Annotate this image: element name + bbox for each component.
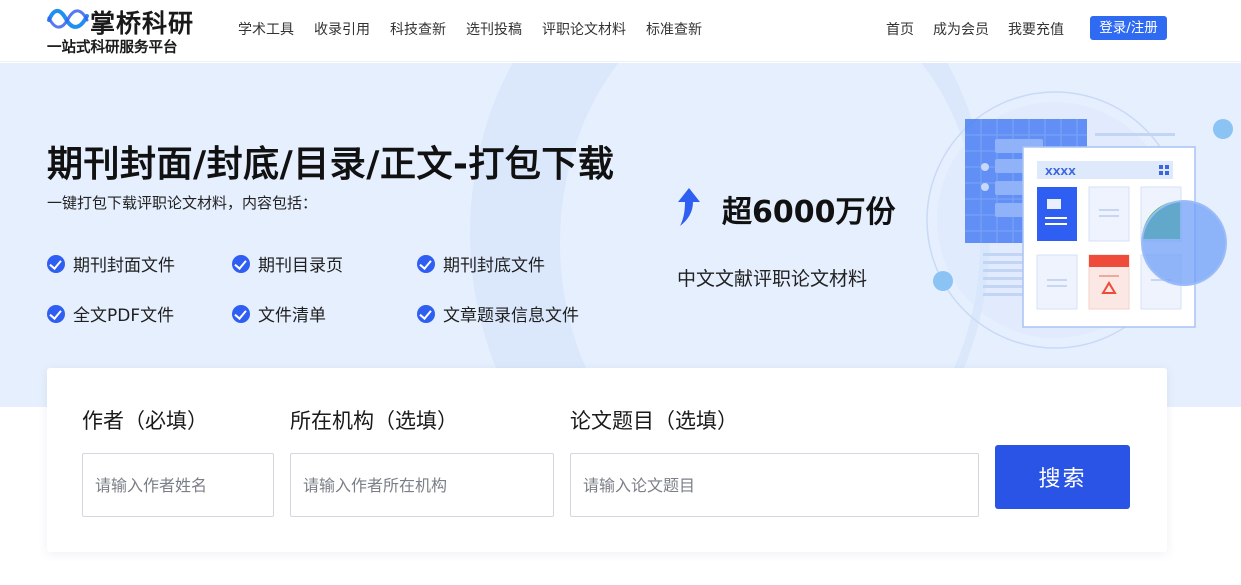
hero-banner: 期刊封面/封底/目录/正文-打包下载 一键打包下载评职论文材料，内容包括： 期刊… [0,63,1241,407]
logo[interactable]: 掌桥科研 一站式科研服务平台 [46,4,206,58]
banner-subtitle: 一键打包下载评职论文材料，内容包括： [47,194,318,212]
logo-slogan: 一站式科研服务平台 [47,40,178,56]
feature-label: 期刊封面文件 [73,256,175,276]
check-icon [417,254,435,273]
illustration-label: XXXX [1045,167,1076,178]
documents-illustration: XXXX [926,91,1233,349]
author-label: 作者（必填） [82,409,208,433]
feature-item: 文件清单 [232,301,326,326]
check-icon [47,304,65,323]
paper-title-input[interactable] [570,453,979,517]
user-nav: 首页 成为会员 我要充值 [886,19,1064,39]
feature-item: 期刊封底文件 [417,251,545,276]
feature-label: 文章题录信息文件 [443,306,579,326]
search-button[interactable]: 搜索 [995,445,1130,509]
feature-label: 期刊封底文件 [443,256,545,276]
nav-item-standard-search[interactable]: 标准查新 [646,19,702,39]
search-form: 作者（必填） 所在机构（选填） 论文题目（选填） 搜索 [47,368,1167,552]
banner-decoration [560,63,980,407]
top-header: 掌桥科研 一站式科研服务平台 学术工具 收录引用 科技查新 选刊投稿 评职论文材… [0,0,1241,62]
feature-item: 文章题录信息文件 [417,301,579,326]
nav-item-citation[interactable]: 收录引用 [314,19,370,39]
logo-wave-icon [47,8,89,29]
org-input[interactable] [290,453,554,517]
login-register-button[interactable]: 登录/注册 [1090,16,1167,40]
check-icon [232,304,250,323]
stat-label: 中文文献评职论文材料 [677,268,868,290]
main-nav: 学术工具 收录引用 科技查新 选刊投稿 评职论文材料 标准查新 [238,19,702,39]
author-input[interactable] [82,453,274,517]
nav-item-journal-submission[interactable]: 选刊投稿 [466,19,522,39]
check-icon [232,254,250,273]
title-label: 论文题目（选填） [570,409,738,433]
stat-value: 超6000万份 [722,195,896,230]
feature-label: 期刊目录页 [258,256,343,276]
feature-label: 全文PDF文件 [73,306,175,326]
banner-title: 期刊封面/封底/目录/正文-打包下载 [47,144,615,185]
nav-item-title-materials[interactable]: 评职论文材料 [542,19,626,39]
arrow-up-icon [678,188,700,226]
org-label: 所在机构（选填） [290,409,458,433]
feature-label: 文件清单 [258,306,326,326]
nav-item-home[interactable]: 首页 [886,19,914,39]
nav-item-novelty-search[interactable]: 科技查新 [390,19,446,39]
nav-item-recharge[interactable]: 我要充值 [1008,19,1064,39]
check-icon [417,304,435,323]
feature-item: 期刊目录页 [232,251,343,276]
feature-item: 全文PDF文件 [47,301,174,326]
nav-item-membership[interactable]: 成为会员 [933,19,989,39]
feature-item: 期刊封面文件 [47,251,175,276]
nav-item-academic-tools[interactable]: 学术工具 [238,19,294,39]
logo-name: 掌桥科研 [90,9,195,38]
check-icon [47,254,65,273]
